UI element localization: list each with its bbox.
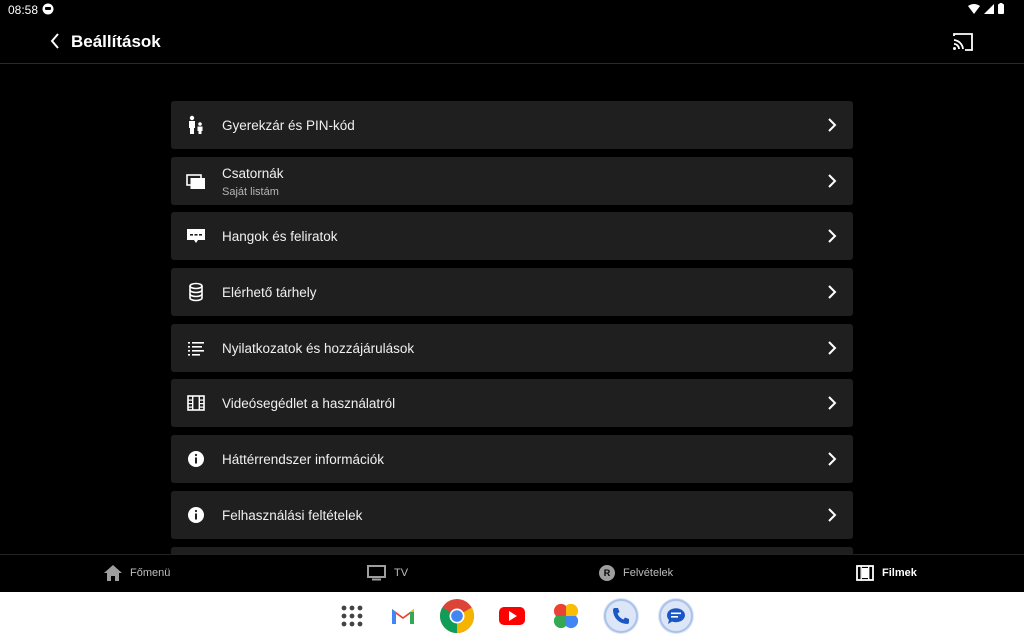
settings-item-channels[interactable]: Csatornák Saját listám: [171, 156, 853, 205]
cast-icon[interactable]: [952, 31, 974, 53]
status-time: 08:58: [8, 3, 39, 17]
nav-item-label: Felvételek: [623, 567, 674, 579]
signal-icon: [984, 3, 994, 14]
status-icons: [968, 3, 1004, 14]
chevron-right-icon: [828, 118, 837, 132]
page-title: Beállítások: [71, 32, 161, 51]
tv-icon: [367, 565, 386, 581]
chevron-right-icon: [828, 452, 837, 466]
app-dock: [0, 592, 1024, 640]
notification-icon: [42, 3, 54, 15]
nav-item-label: TV: [394, 567, 409, 579]
nav-item-home[interactable]: Főmenü: [104, 565, 170, 581]
recordings-icon: R: [599, 565, 615, 581]
film-icon: [187, 395, 205, 412]
chevron-right-icon: [828, 341, 837, 355]
settings-item-backend-info[interactable]: Háttérrendszer információk: [171, 435, 853, 484]
settings-item-terms[interactable]: Felhasználási feltételek: [171, 490, 853, 539]
photos-icon[interactable]: [548, 598, 584, 634]
wifi-icon: [968, 3, 980, 14]
back-button[interactable]: [44, 30, 66, 52]
bottom-nav: Főmenü TV R Felvételek Filmek: [0, 554, 1024, 593]
chevron-right-icon: [828, 229, 837, 244]
battery-icon: [998, 3, 1004, 14]
nav-item-tv[interactable]: TV: [367, 565, 408, 581]
nav-item-label: Főmenü: [130, 567, 171, 579]
home-icon: [104, 565, 122, 581]
settings-item-partial[interactable]: [171, 546, 853, 554]
subtitles-icon: [187, 229, 205, 244]
settings-item-label: Háttérrendszer információk: [222, 452, 385, 468]
chevron-right-icon: [828, 508, 837, 522]
chevron-right-icon: [828, 285, 837, 299]
chevron-right-icon: [828, 396, 837, 411]
app-bar: Beállítások: [0, 20, 1024, 64]
settings-item-label: Felhasználási feltételek: [222, 507, 363, 523]
settings-item-parental-lock[interactable]: Gyerekzár és PIN-kód: [171, 101, 853, 149]
app-drawer-icon[interactable]: [334, 598, 370, 634]
chrome-icon[interactable]: [439, 598, 475, 634]
nav-item-label: Filmek: [882, 567, 917, 579]
settings-item-label: Gyerekzár és PIN-kód: [222, 118, 355, 133]
settings-item-sublabel: Saját listám: [222, 185, 279, 198]
settings-item-label: Elérhető tárhely: [222, 285, 317, 301]
settings-item-label: Hangok és feliratok: [222, 229, 338, 245]
settings-list: Gyerekzár és PIN-kód Csatornák Saját lis…: [171, 101, 853, 554]
settings-item-label: Csatornák: [222, 165, 284, 181]
youtube-icon[interactable]: [494, 598, 530, 634]
settings-item-video-guide[interactable]: Videósegédlet a használatról: [171, 379, 853, 428]
settings-item-declarations[interactable]: Nyilatkozatok és hozzájárulások: [171, 323, 853, 372]
nav-item-movies[interactable]: Filmek: [856, 565, 917, 581]
info-icon: [188, 451, 204, 468]
settings-item-label: Videósegédlet a használatról: [222, 396, 396, 412]
list-icon: [188, 341, 204, 356]
info-icon: [188, 506, 204, 523]
settings-item-storage[interactable]: Elérhető tárhely: [171, 268, 853, 317]
messages-icon[interactable]: [658, 598, 694, 634]
channels-icon: [186, 173, 205, 189]
status-bar: 08:58: [0, 0, 1024, 20]
settings-item-subtitles[interactable]: Hangok és feliratok: [171, 212, 853, 261]
movies-icon: [856, 565, 874, 581]
settings-item-label: Nyilatkozatok és hozzájárulások: [222, 340, 415, 356]
nav-item-recordings[interactable]: R Felvételek: [599, 565, 673, 581]
parental-lock-icon: [189, 115, 203, 134]
storage-icon: [189, 282, 203, 302]
gmail-icon[interactable]: [385, 598, 421, 634]
chevron-left-icon: [50, 33, 59, 49]
chevron-right-icon: [828, 173, 837, 188]
phone-icon[interactable]: [603, 598, 639, 634]
